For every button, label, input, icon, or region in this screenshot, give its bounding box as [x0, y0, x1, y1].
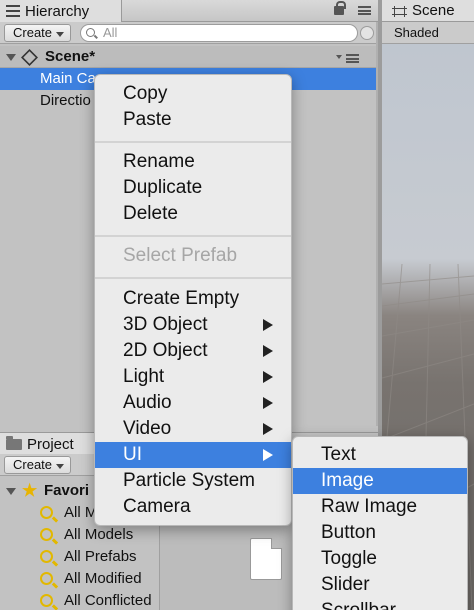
submenu-item-label: Image: [321, 470, 374, 491]
menu-item-copy[interactable]: Copy: [95, 81, 291, 107]
shading-mode-label: Shaded: [394, 25, 439, 40]
menu-item-label: 3D Object: [123, 314, 208, 335]
menu-item-delete[interactable]: Delete: [95, 201, 291, 227]
menu-item-camera[interactable]: Camera: [95, 494, 291, 520]
menu-item-video[interactable]: Video: [95, 416, 291, 442]
scene-dropdown-icon[interactable]: [336, 55, 342, 62]
menu-item-label: Camera: [123, 496, 191, 517]
submenu-item-text[interactable]: Text: [293, 442, 467, 468]
tab-scene-label: Scene: [412, 2, 455, 19]
menu-item-label: 2D Object: [123, 340, 208, 361]
menu-separator: [95, 277, 291, 279]
submenu-item-toggle[interactable]: Toggle: [293, 546, 467, 572]
hierarchy-search-input[interactable]: All: [80, 24, 358, 42]
menu-item-audio[interactable]: Audio: [95, 390, 291, 416]
menu-item-label: Duplicate: [123, 177, 203, 198]
star-icon: ★: [22, 481, 38, 500]
submenu-item-image[interactable]: Image: [293, 468, 467, 494]
menu-item-label: Copy: [123, 83, 168, 104]
scene-header-row[interactable]: Scene*: [0, 46, 380, 68]
grid-icon: [392, 6, 407, 17]
menu-separator: [95, 141, 291, 143]
folder-icon: [6, 435, 22, 450]
submenu-item-label: Raw Image: [321, 496, 418, 517]
submenu-arrow-icon: [263, 319, 273, 331]
tab-project[interactable]: Project: [0, 433, 100, 455]
search-placeholder: All: [103, 25, 118, 40]
menu-separator: [95, 235, 291, 237]
hierarchy-row-label: Directio: [40, 92, 91, 109]
hierarchy-toolbar: Create All: [0, 22, 380, 44]
submenu-item-label: Scrollbar: [321, 600, 396, 610]
file-icon[interactable]: [250, 538, 282, 580]
lock-icon[interactable]: [334, 1, 346, 15]
search-filter-icon: [40, 572, 53, 585]
submenu-item-label: Slider: [321, 574, 370, 595]
menu-item-create-empty[interactable]: Create Empty: [95, 286, 291, 312]
scene-menu-icon[interactable]: [346, 54, 359, 63]
menu-item-paste[interactable]: Paste: [95, 107, 291, 133]
menu-item-label: Video: [123, 418, 172, 439]
menu-item-label: Rename: [123, 151, 195, 172]
foldout-arrow-icon[interactable]: [6, 488, 16, 495]
submenu-item-label: Button: [321, 522, 376, 543]
tab-scene[interactable]: Scene: [382, 0, 474, 22]
menu-item-label: Particle System: [123, 470, 255, 491]
menu-item-light[interactable]: Light: [95, 364, 291, 390]
search-icon: [86, 28, 95, 37]
menu-item-2d-object[interactable]: 2D Object: [95, 338, 291, 364]
menu-item-label: UI: [123, 444, 142, 465]
menu-item-rename[interactable]: Rename: [95, 149, 291, 175]
menu-item-label: Delete: [123, 203, 178, 224]
submenu-arrow-icon: [263, 423, 273, 435]
tab-hierarchy[interactable]: Hierarchy: [0, 0, 122, 22]
foldout-arrow-icon[interactable]: [6, 54, 16, 61]
favorite-item-label: All Prefabs: [64, 548, 137, 565]
tab-hierarchy-label: Hierarchy: [25, 2, 90, 20]
search-filter-icon: [40, 506, 53, 519]
favorite-item-label: All M: [64, 504, 98, 521]
submenu-item-label: Toggle: [321, 548, 377, 569]
hierarchy-context-menu: Copy Paste Rename Duplicate Delete Selec…: [94, 74, 292, 526]
shading-mode-dropdown[interactable]: Shaded: [382, 22, 474, 44]
menu-item-select-prefab: Select Prefab: [95, 243, 291, 269]
search-filter-icon: [40, 528, 53, 541]
ui-submenu: Text Image Raw Image Button Toggle Slide…: [292, 436, 468, 610]
favorites-label: Favori: [44, 482, 90, 499]
menu-item-label: Light: [123, 366, 165, 387]
hierarchy-create-button[interactable]: Create: [4, 24, 72, 42]
menu-item-label: Audio: [123, 392, 172, 413]
menu-item-label: Paste: [123, 109, 172, 130]
project-create-button[interactable]: Create: [4, 456, 72, 474]
submenu-arrow-icon: [263, 371, 273, 383]
hierarchy-row-label: Main Ca: [40, 70, 96, 87]
menu-item-3d-object[interactable]: 3D Object: [95, 312, 291, 338]
tab-project-label: Project: [27, 435, 74, 453]
submenu-item-button[interactable]: Button: [293, 520, 467, 546]
submenu-item-scrollbar[interactable]: Scrollbar: [293, 598, 467, 610]
list-icon: [6, 5, 20, 17]
submenu-item-slider[interactable]: Slider: [293, 572, 467, 598]
submenu-item-label: Text: [321, 444, 356, 465]
search-filter-icon: [40, 594, 53, 607]
menu-item-ui[interactable]: UI: [95, 442, 291, 468]
unity-scene-icon: [21, 49, 38, 66]
menu-item-label: Create Empty: [123, 288, 240, 309]
submenu-arrow-icon: [263, 397, 273, 409]
hierarchy-tab-bar: Hierarchy: [0, 0, 380, 22]
panel-menu-icon[interactable]: [358, 6, 371, 15]
menu-item-particle-system[interactable]: Particle System: [95, 468, 291, 494]
favorite-item-label: All Conflicted: [64, 592, 152, 609]
favorite-item-label: All Models: [64, 526, 134, 543]
search-cancel-icon[interactable]: [360, 26, 374, 40]
favorite-item-label: All Modified: [64, 570, 142, 587]
scene-name: Scene*: [45, 48, 96, 65]
menu-item-label: Select Prefab: [123, 245, 238, 266]
submenu-arrow-icon: [263, 345, 273, 357]
menu-item-duplicate[interactable]: Duplicate: [95, 175, 291, 201]
search-filter-icon: [40, 550, 53, 563]
submenu-arrow-icon: [263, 449, 273, 461]
submenu-item-raw-image[interactable]: Raw Image: [293, 494, 467, 520]
